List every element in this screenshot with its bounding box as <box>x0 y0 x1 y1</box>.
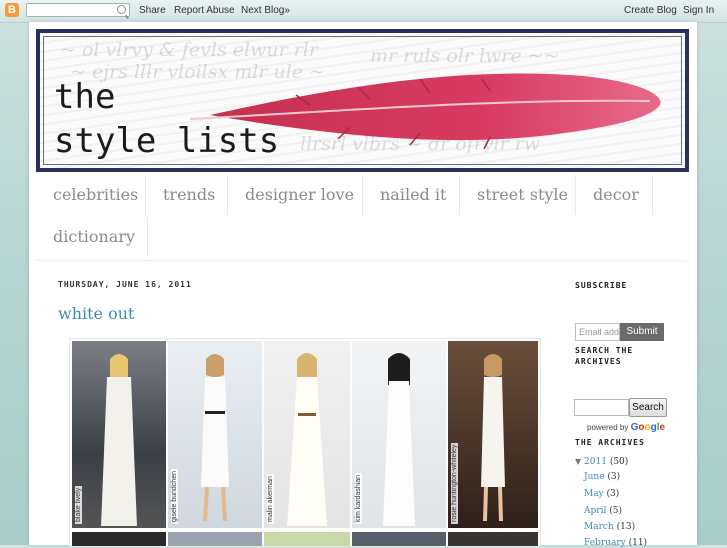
blogger-navbar: B Share Report Abuse Next Blog» Create B… <box>0 0 727 23</box>
blog-title-line1: the <box>54 77 116 117</box>
search-icon[interactable] <box>117 5 126 14</box>
archive-year-label[interactable]: 2011 <box>584 457 607 467</box>
menu-item-street-style[interactable]: street style <box>460 175 576 215</box>
archive-year-2011[interactable]: ▼ 2011 (50) <box>575 457 628 467</box>
photo-caption: kim kardashian <box>355 472 362 524</box>
menu-item-dictionary[interactable]: dictionary <box>36 217 148 257</box>
subscribe-heading: SUBSCRIBE <box>575 281 628 290</box>
google-logo: Google <box>630 422 666 433</box>
photo-blake-lively: blake lively <box>72 341 166 528</box>
powered-by-google: powered by Google <box>587 422 665 433</box>
photo-rosie-huntington-whiteley: rosie huntington-whiteley <box>448 341 538 528</box>
post-title[interactable]: white out <box>58 304 134 323</box>
navbar-search-box[interactable] <box>26 3 130 17</box>
archive-month-march[interactable]: March (13) <box>584 522 635 532</box>
menu-item-trends[interactable]: trends <box>146 175 228 215</box>
post-image-collage[interactable]: blake lively gisele bundchen malin akerm… <box>69 338 541 547</box>
menu-item-nailed-it[interactable]: nailed it <box>363 175 460 215</box>
photo-caption: malin akerman <box>267 474 274 524</box>
archive-year-count: (50) <box>609 457 629 467</box>
archive-month-june[interactable]: June (3) <box>584 472 620 482</box>
photo-kim-kardashian: kim kardashian <box>352 341 446 528</box>
email-input[interactable]: Email address <box>575 323 620 341</box>
blog-page: ~ ol vlrvy & fevls elwur rlr ~ ejrs lllr… <box>29 22 697 548</box>
celebrity-figure <box>383 353 415 526</box>
celebrity-figure <box>101 354 137 526</box>
celebrity-figure <box>481 354 505 522</box>
archive-search-input[interactable] <box>574 399 629 416</box>
post-date: THURSDAY, JUNE 16, 2011 <box>58 280 192 289</box>
blog-header[interactable]: ~ ol vlrvy & fevls elwur rlr ~ ejrs lllr… <box>36 29 689 172</box>
archive-month-may[interactable]: May (3) <box>584 489 619 499</box>
share-link[interactable]: Share <box>139 5 166 16</box>
archive-search-button[interactable]: Search <box>629 398 667 417</box>
navbar-search-input[interactable] <box>27 4 117 16</box>
powered-by-text: powered by <box>587 423 629 432</box>
search-archives-heading-line1: SEARCH THE <box>575 346 634 355</box>
archives-heading: THE ARCHIVES <box>575 438 645 447</box>
category-menu: celebrities trends designer love nailed … <box>36 174 689 261</box>
blogger-logo-icon[interactable]: B <box>5 3 19 17</box>
photo-gisele-bundchen: gisele bundchen <box>168 341 262 528</box>
blog-title-line2: style lists <box>54 121 280 161</box>
photo-malin-akerman: malin akerman <box>264 341 350 528</box>
archive-month-february[interactable]: February (11) <box>584 538 647 548</box>
sign-in-link[interactable]: Sign In <box>683 5 714 16</box>
photo-caption: rosie huntington-whiteley <box>451 442 458 524</box>
create-blog-link[interactable]: Create Blog <box>624 5 677 16</box>
photo-caption: blake lively <box>75 485 82 524</box>
collapse-triangle-icon[interactable]: ▼ <box>575 457 581 466</box>
submit-button[interactable]: Submit <box>620 323 664 341</box>
celebrity-figure <box>287 353 327 526</box>
menu-item-decor[interactable]: decor <box>576 175 653 215</box>
next-blog-link[interactable]: Next Blog» <box>241 5 290 16</box>
menu-item-celebrities[interactable]: celebrities <box>36 175 146 215</box>
photo-caption: gisele bundchen <box>171 469 178 524</box>
search-archives-heading-line2: ARCHIVES <box>575 357 622 366</box>
menu-item-designer-love[interactable]: designer love <box>228 175 363 215</box>
report-abuse-link[interactable]: Report Abuse <box>174 5 235 16</box>
archive-month-april[interactable]: April (5) <box>584 506 622 516</box>
celebrity-figure <box>201 354 229 522</box>
